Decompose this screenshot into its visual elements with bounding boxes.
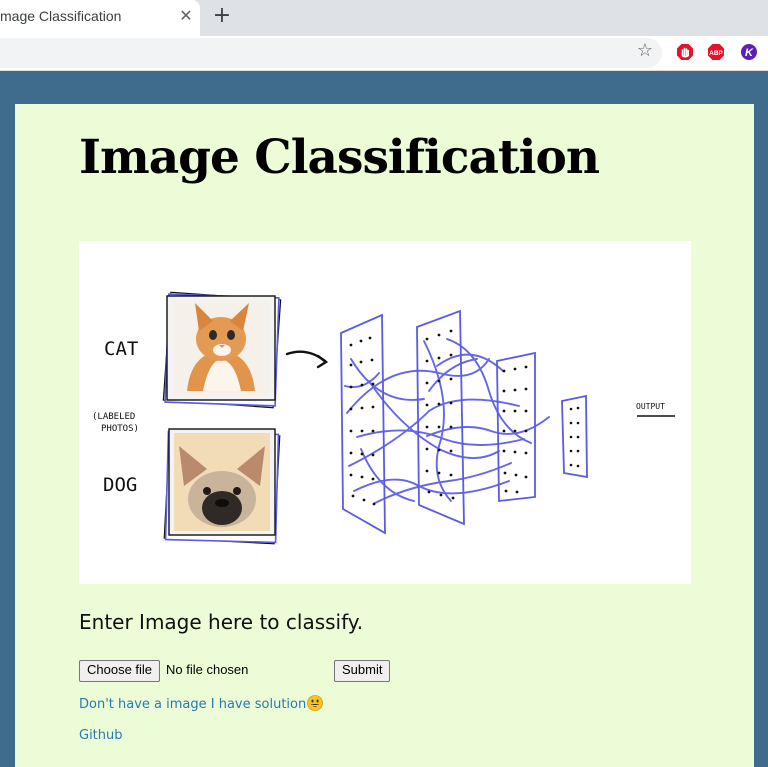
output-label: OUTPUT	[636, 402, 665, 411]
network-layers	[340, 309, 588, 535]
content-card: Image Classification CAT (LABELED PHOTOS…	[15, 104, 754, 767]
cat-label: CAT	[104, 338, 138, 360]
new-tab-button[interactable]: +	[210, 4, 234, 28]
browser-toolbar: ☆ ABP K	[0, 36, 768, 71]
dog-label: DOG	[103, 474, 137, 496]
hero-illustration: CAT (LABELED PHOTOS) DOG OUTPUT	[79, 241, 691, 584]
page-title: Image Classification	[79, 130, 600, 185]
address-bar[interactable]	[0, 38, 662, 68]
upload-form: Choose file No file chosen Submit	[79, 660, 499, 682]
k-extension-icon[interactable]: K	[740, 43, 758, 61]
choose-file-button[interactable]: Choose file	[79, 660, 161, 682]
browser-tab[interactable]: mage Classification ✕	[0, 0, 200, 36]
github-link[interactable]: Github	[79, 728, 123, 743]
labeled-label: (LABELED	[92, 412, 135, 422]
abp-label: ABP	[709, 50, 723, 57]
sample-image-link-text: Don't have a image I have solution	[79, 697, 307, 712]
upload-prompt: Enter Image here to classify.	[79, 610, 364, 634]
dog-photo	[163, 428, 281, 545]
bookmark-star-icon[interactable]: ☆	[635, 41, 655, 61]
submit-button[interactable]: Submit	[334, 660, 391, 682]
k-label: K	[745, 47, 754, 59]
neural-network-diagram: CAT (LABELED PHOTOS) DOG OUTPUT	[92, 291, 675, 545]
sample-image-link[interactable]: Don't have a image I have solution	[79, 695, 324, 712]
abp-icon[interactable]: ABP	[707, 43, 725, 61]
tab-title: mage Classification	[0, 8, 122, 24]
grinning-face-icon	[307, 695, 324, 711]
cat-photo	[162, 291, 282, 409]
tab-strip: mage Classification ✕ +	[0, 0, 768, 36]
photos-label: PHOTOS)	[101, 424, 139, 434]
file-status: No file chosen	[166, 662, 249, 677]
close-tab-icon[interactable]: ✕	[176, 6, 196, 26]
adblock-icon[interactable]	[676, 43, 694, 61]
network-connections	[344, 338, 550, 504]
